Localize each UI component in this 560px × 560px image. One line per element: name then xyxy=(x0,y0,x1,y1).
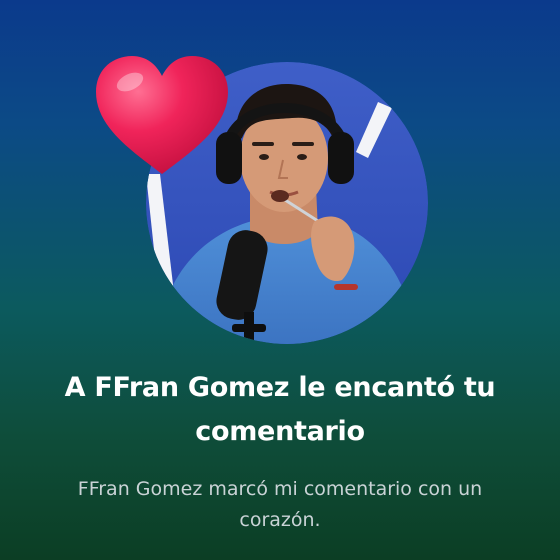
notification-screen: A FFran Gomez le encantó tu comentario F… xyxy=(0,0,560,560)
notification-title: A FFran Gomez le encantó tu comentario xyxy=(64,372,496,447)
heart-icon xyxy=(96,56,228,174)
notification-body: FFran Gomez marcó mi comentario con un c… xyxy=(77,478,483,531)
